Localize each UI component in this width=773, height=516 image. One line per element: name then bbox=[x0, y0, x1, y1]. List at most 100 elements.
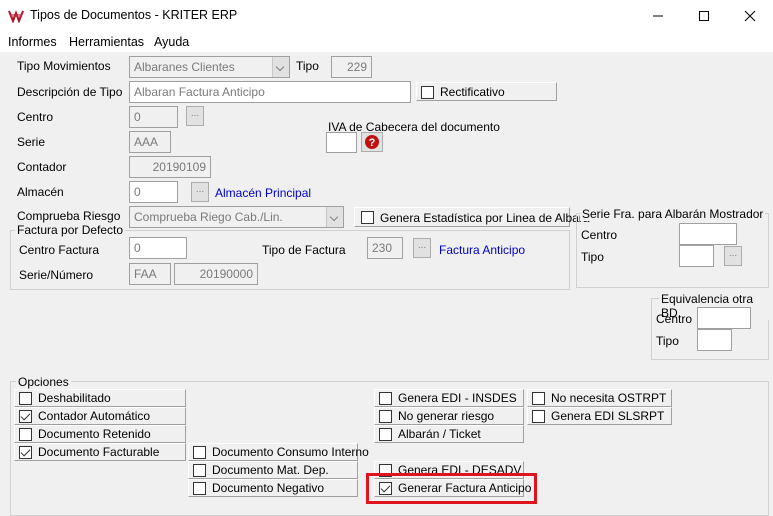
option-deshabilitado[interactable]: Deshabilitado bbox=[14, 389, 186, 407]
checkbox-box[interactable] bbox=[379, 392, 392, 405]
highlight-box bbox=[366, 473, 537, 504]
chevron-down-icon[interactable] bbox=[326, 207, 343, 227]
almacen-lookup-button[interactable]: ... bbox=[191, 182, 209, 202]
option-label: Deshabilitado bbox=[38, 391, 111, 405]
almacen-link[interactable]: Almacén Principal bbox=[215, 186, 311, 200]
serie-label: Serie bbox=[17, 135, 46, 149]
tipo-label: Tipo bbox=[296, 59, 319, 73]
centro-factura-field[interactable]: 0 bbox=[129, 237, 187, 259]
checkbox-box[interactable] bbox=[193, 446, 206, 459]
option-label: Documento Consumo Interno bbox=[212, 445, 369, 459]
minimize-button[interactable] bbox=[635, 0, 681, 32]
tipo-factura-link[interactable]: Factura Anticipo bbox=[439, 243, 525, 257]
option-label: Genera EDI - INSDES bbox=[398, 391, 517, 405]
eq-centro-field[interactable] bbox=[697, 307, 751, 329]
eq-tipo-label: Tipo bbox=[656, 334, 679, 348]
eq-tipo-field[interactable] bbox=[697, 329, 732, 351]
descripcion-label: Descripción de Tipo bbox=[17, 85, 123, 99]
option-label: Genera EDI SLSRPT bbox=[551, 409, 665, 423]
checkbox-box[interactable] bbox=[193, 482, 206, 495]
window-title: Tipos de Documentos - KRITER ERP bbox=[30, 8, 238, 22]
checkbox-box[interactable] bbox=[379, 428, 392, 441]
option-genera-edi-slsrpt[interactable]: Genera EDI SLSRPT bbox=[527, 407, 672, 425]
almacen-label: Almacén bbox=[17, 185, 64, 199]
eq-centro-label: Centro bbox=[656, 312, 693, 326]
svg-text:?: ? bbox=[369, 137, 376, 149]
tipo-movimientos-combo[interactable]: Albaranes Clientes bbox=[129, 56, 290, 78]
checkbox-box[interactable] bbox=[19, 428, 32, 441]
rectificativo-checkbox[interactable]: Rectificativo bbox=[416, 82, 557, 101]
serie-fra-title: Serie Fra. para Albarán Mostrador bbox=[580, 207, 766, 221]
option-albaran-ticket[interactable]: Albarán / Ticket bbox=[374, 425, 524, 443]
numero-factura-field[interactable]: 20190000 bbox=[174, 263, 258, 285]
rectificativo-label: Rectificativo bbox=[440, 85, 505, 99]
checkbox-box[interactable] bbox=[532, 410, 545, 423]
serie-field[interactable]: AAA bbox=[129, 131, 171, 153]
contador-label: Contador bbox=[17, 160, 67, 174]
option-genera-edi-insdes[interactable]: Genera EDI - INSDES bbox=[374, 389, 524, 407]
option-documento-consumo-interno[interactable]: Documento Consumo Interno bbox=[188, 443, 369, 461]
almacen-field[interactable]: 0 bbox=[129, 181, 178, 203]
checkbox-checked[interactable] bbox=[19, 446, 32, 459]
close-icon bbox=[744, 10, 756, 22]
option-label: Contador Automático bbox=[38, 409, 151, 423]
menu-informes[interactable]: Informes bbox=[8, 35, 57, 49]
minimize-icon bbox=[653, 15, 663, 17]
opciones-title: Opciones bbox=[16, 375, 71, 389]
checkbox-box[interactable] bbox=[361, 211, 374, 224]
checkbox-box[interactable] bbox=[193, 464, 206, 477]
option-no-necesita-ostrpt[interactable]: No necesita OSTRPT bbox=[527, 389, 672, 407]
option-contador-automatico[interactable]: Contador Automático bbox=[14, 407, 186, 425]
option-label: Documento Facturable bbox=[38, 445, 160, 459]
checkbox-box[interactable] bbox=[532, 392, 545, 405]
help-icon: ? bbox=[365, 135, 379, 149]
chevron-down-icon[interactable] bbox=[272, 57, 289, 77]
checkbox-box[interactable] bbox=[421, 86, 434, 99]
centro-label: Centro bbox=[17, 110, 54, 124]
descripcion-field[interactable]: Albaran Factura Anticipo bbox=[129, 81, 411, 103]
option-documento-negativo[interactable]: Documento Negativo bbox=[188, 479, 358, 497]
sf-tipo-field[interactable] bbox=[679, 245, 714, 267]
option-label: Documento Mat. Dep. bbox=[212, 463, 329, 477]
maximize-icon bbox=[699, 10, 709, 21]
comprueba-riesgo-value: Comprueba Riego Cab./Lin. bbox=[134, 210, 283, 224]
sf-tipo-label: Tipo bbox=[581, 250, 604, 264]
comprueba-riesgo-label: Comprueba Riesgo bbox=[17, 209, 121, 223]
close-button[interactable] bbox=[727, 0, 773, 32]
tipo-factura-lookup-button[interactable]: ... bbox=[413, 238, 431, 258]
genera-estadistica-checkbox[interactable]: Genera Estadística por Linea de Albará bbox=[354, 207, 589, 227]
contador-field[interactable]: 20190109 bbox=[129, 156, 211, 178]
help-button[interactable]: ? bbox=[361, 132, 383, 152]
factura-defecto-title: Factura por Defecto bbox=[15, 223, 126, 237]
maximize-button[interactable] bbox=[681, 0, 727, 32]
tipo-movimientos-value: Albaranes Clientes bbox=[134, 60, 235, 74]
tipo-movimientos-label: Tipo Movimientos bbox=[17, 59, 111, 73]
factura-defecto-group bbox=[10, 230, 570, 290]
serie-factura-field[interactable]: FAA bbox=[129, 263, 171, 285]
checkbox-checked[interactable] bbox=[19, 410, 32, 423]
app-logo-icon bbox=[8, 9, 24, 23]
tipo-field[interactable]: 229 bbox=[331, 56, 372, 78]
comprueba-riesgo-combo[interactable]: Comprueba Riego Cab./Lin. bbox=[129, 206, 344, 228]
option-label: No generar riesgo bbox=[398, 409, 495, 423]
option-label: Documento Retenido bbox=[38, 427, 151, 441]
sf-centro-field[interactable] bbox=[679, 223, 737, 245]
menu-herramientas[interactable]: Herramientas bbox=[69, 35, 144, 49]
menu-ayuda[interactable]: Ayuda bbox=[154, 35, 189, 49]
centro-factura-label: Centro Factura bbox=[19, 243, 100, 257]
iva-field[interactable] bbox=[326, 132, 357, 153]
option-documento-retenido[interactable]: Documento Retenido bbox=[14, 425, 186, 443]
sf-centro-label: Centro bbox=[581, 228, 618, 242]
checkbox-box[interactable] bbox=[19, 392, 32, 405]
tipo-factura-field[interactable]: 230 bbox=[367, 237, 403, 259]
centro-lookup-button[interactable]: ... bbox=[186, 106, 204, 126]
option-no-generar-riesgo[interactable]: No generar riesgo bbox=[374, 407, 524, 425]
option-label: No necesita OSTRPT bbox=[551, 391, 667, 405]
checkbox-box[interactable] bbox=[379, 410, 392, 423]
tipo-factura-label: Tipo de Factura bbox=[262, 243, 346, 257]
option-documento-facturable[interactable]: Documento Facturable bbox=[14, 443, 186, 461]
option-documento-mat-dep[interactable]: Documento Mat. Dep. bbox=[188, 461, 358, 479]
sf-tipo-lookup-button[interactable]: ... bbox=[724, 246, 742, 266]
centro-field[interactable]: 0 bbox=[129, 106, 178, 128]
option-label: Albarán / Ticket bbox=[398, 427, 481, 441]
